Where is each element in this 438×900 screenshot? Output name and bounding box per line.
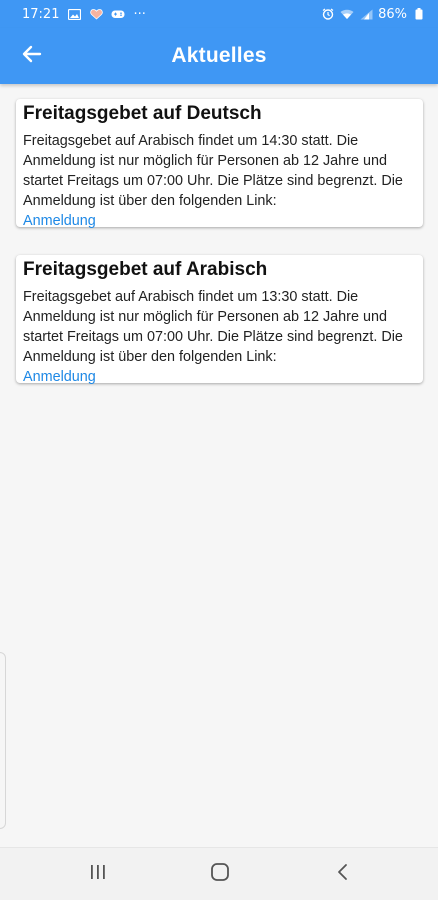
status-more: ···: [133, 6, 146, 22]
alarm-icon: [321, 7, 335, 21]
nav-back-button[interactable]: [323, 854, 363, 894]
card-title: Freitagsgebet auf Deutsch: [23, 103, 262, 124]
game-controller-icon: [111, 7, 125, 21]
status-bar: 17:21 ··· 86%: [0, 0, 438, 28]
card-body: Freitagsgebet auf Arabisch findet um 13:…: [23, 289, 403, 365]
recents-button[interactable]: [78, 854, 118, 894]
page-title: Aktuelles: [171, 44, 267, 67]
back-chevron-icon: [337, 863, 349, 886]
image-icon: [67, 7, 81, 21]
anmeldung-link[interactable]: Anmeldung: [23, 367, 416, 387]
system-nav-bar: [0, 847, 438, 900]
edge-panel-handle[interactable]: [0, 652, 6, 829]
heart-shield-icon: [89, 7, 103, 21]
home-button[interactable]: [200, 854, 240, 894]
battery-percent: 86%: [378, 6, 407, 22]
card-body: Freitagsgebet auf Arabisch findet um 14:…: [23, 133, 403, 209]
arrow-left-icon: [22, 45, 42, 68]
status-left: 17:21 ···: [22, 7, 146, 22]
back-button[interactable]: [12, 36, 52, 76]
anmeldung-link[interactable]: Anmeldung: [23, 211, 416, 231]
news-card: Freitagsgebet auf Arabisch Freitagsgebet…: [16, 255, 423, 385]
home-icon: [210, 862, 230, 887]
battery-icon: [412, 7, 426, 21]
signal-icon: [359, 7, 373, 21]
news-card: Freitagsgebet auf Deutsch Freitagsgebet …: [16, 99, 423, 229]
app-bar: Aktuelles: [0, 28, 438, 84]
card-title: Freitagsgebet auf Arabisch: [23, 259, 268, 280]
recents-icon: [89, 864, 107, 885]
status-right: 86%: [321, 7, 426, 22]
status-time: 17:21: [22, 6, 60, 22]
wifi-icon: [340, 7, 354, 21]
